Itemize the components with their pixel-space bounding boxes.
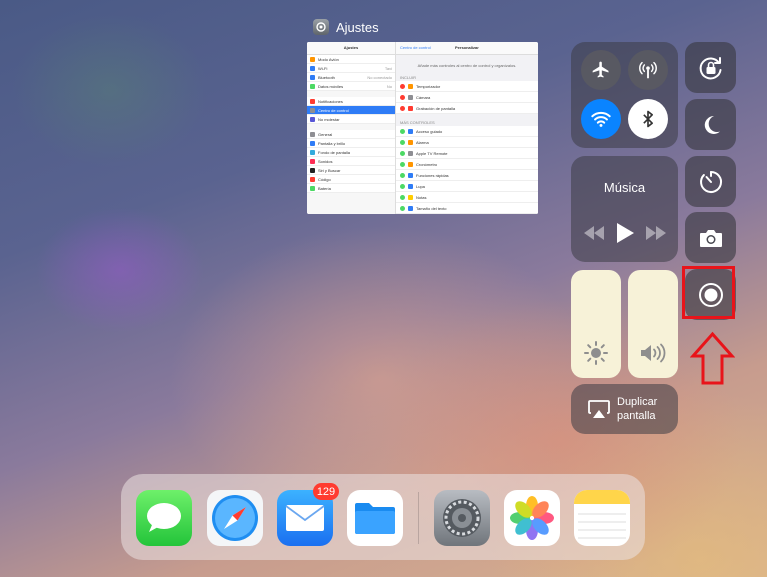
previous-track-icon[interactable] [583, 226, 605, 240]
camera-button[interactable] [685, 212, 736, 263]
more-item[interactable]: Notas [396, 192, 538, 203]
brightness-icon [584, 341, 608, 365]
dock-separator [418, 492, 419, 544]
settings-row-selected[interactable]: Centro de control [307, 106, 395, 115]
settings-app-preview[interactable]: Ajustes Modo Avión Wi-Fi Tavi Bluetooth No… [307, 42, 538, 214]
airplane-icon [592, 61, 609, 78]
photos-app-icon[interactable] [504, 490, 560, 546]
music-title: Música [603, 180, 646, 195]
music-panel[interactable]: Música [571, 156, 678, 262]
brightness-slider[interactable] [571, 270, 621, 378]
settings-sidebar: Ajustes Modo Avión Wi-Fi Tavi Bluetooth No… [307, 42, 396, 214]
moon-icon [704, 115, 720, 134]
messages-app-icon[interactable] [136, 490, 192, 546]
more-item[interactable]: Lupa [396, 181, 538, 192]
camera-icon [699, 229, 722, 247]
cellular-data-button[interactable] [628, 50, 668, 90]
volume-icon [641, 343, 666, 363]
settings-row[interactable]: Código [307, 175, 395, 184]
detail-description: Añade más controles al centro de control… [417, 63, 517, 68]
include-item[interactable]: Temporizador [396, 81, 538, 92]
app-switcher-title: Ajustes [336, 19, 379, 35]
settings-sidebar-title: Ajustes [307, 42, 395, 55]
settings-row[interactable]: Notificaciones [307, 97, 395, 106]
app-switcher-label: Ajustes [313, 19, 379, 35]
screen-mirroring-button[interactable]: Duplicar pantalla [571, 384, 678, 434]
more-item[interactable]: Tamaño del texto [396, 203, 538, 214]
more-item[interactable]: Alarma [396, 137, 538, 148]
next-track-icon[interactable] [645, 226, 667, 240]
settings-row[interactable]: Modo Avión [307, 55, 395, 64]
settings-row[interactable]: Wi-Fi Tavi [307, 64, 395, 73]
timer-icon [699, 170, 722, 193]
bluetooth-button[interactable] [628, 99, 668, 139]
highlight-box [682, 266, 735, 319]
orientation-lock-button[interactable] [685, 42, 736, 93]
airplay-icon [588, 400, 610, 418]
notes-app-icon[interactable] [574, 490, 630, 546]
connectivity-panel [571, 42, 678, 148]
volume-slider[interactable] [628, 270, 678, 378]
settings-row[interactable]: General [307, 130, 395, 139]
orientation-lock-icon [699, 56, 721, 79]
play-icon[interactable] [615, 222, 635, 244]
dock [121, 474, 645, 560]
more-item[interactable]: Funciones rápidas [396, 170, 538, 181]
up-arrow-annotation [690, 331, 735, 385]
section-header: INCLUIR [400, 75, 417, 80]
wifi-button[interactable] [581, 99, 621, 139]
include-item[interactable]: Grabación de pantalla [396, 103, 538, 114]
timer-button[interactable] [685, 156, 736, 207]
more-item[interactable]: Acceso guiado [396, 126, 538, 137]
more-item[interactable]: Cronómetro [396, 159, 538, 170]
do-not-disturb-button[interactable] [685, 99, 736, 150]
bluetooth-icon [643, 110, 653, 128]
back-link[interactable]: Centro de control [396, 42, 455, 54]
settings-row[interactable]: Siri y Buscar [307, 166, 395, 175]
section-header: MÁS CONTROLES [400, 120, 435, 125]
include-item[interactable]: Cámara [396, 92, 538, 103]
screen-mirroring-label: Duplicar pantalla [617, 396, 658, 422]
mail-badge: 129 [313, 483, 339, 500]
settings-row[interactable]: Datos móviles No [307, 82, 395, 91]
settings-app-icon[interactable] [434, 490, 490, 546]
safari-app-icon[interactable] [207, 490, 263, 546]
more-item[interactable]: Apple TV Remote [396, 148, 538, 159]
airplane-mode-button[interactable] [581, 50, 621, 90]
files-app-icon[interactable] [347, 490, 403, 546]
settings-icon [313, 19, 329, 35]
detail-title: Personalizar [455, 45, 479, 50]
settings-row[interactable]: Batería [307, 184, 395, 193]
settings-row[interactable]: Pantalla y brillo [307, 139, 395, 148]
settings-row[interactable]: Bluetooth No conectado [307, 73, 395, 82]
settings-row[interactable]: No molestar [307, 115, 395, 124]
antenna-icon [639, 61, 657, 79]
settings-detail: Centro de control Personalizar Añade más… [396, 42, 538, 214]
settings-row[interactable]: Sonidos [307, 157, 395, 166]
settings-row[interactable]: Fondo de pantalla [307, 148, 395, 157]
wifi-icon [591, 111, 611, 127]
